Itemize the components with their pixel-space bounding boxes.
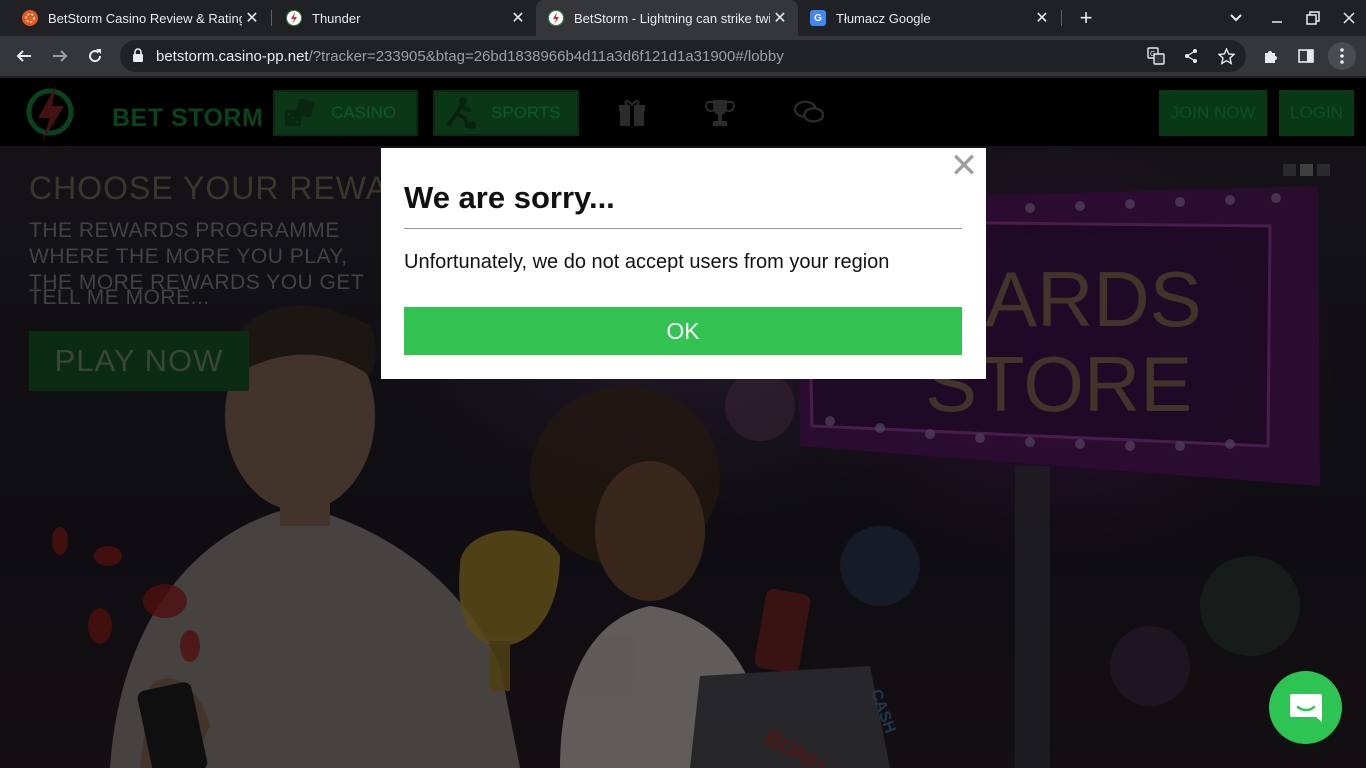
dialog-title: We are sorry...: [404, 180, 615, 215]
betstorm-bolt-icon: [286, 10, 302, 26]
reload-button[interactable]: [81, 42, 109, 70]
browser-menu-icon[interactable]: [1328, 42, 1356, 70]
back-button[interactable]: [10, 42, 38, 70]
extensions-puzzle-icon[interactable]: [1257, 42, 1285, 70]
tab-close-icon[interactable]: ✕: [242, 8, 262, 28]
window-close-icon[interactable]: [1334, 4, 1364, 32]
dialog-message: Unfortunately, we do not accept users fr…: [404, 251, 890, 273]
translate-page-icon[interactable]: G: [1145, 46, 1167, 66]
share-icon[interactable]: [1180, 46, 1202, 66]
tab-close-icon[interactable]: ✕: [770, 8, 790, 28]
tab-title: BetStorm - Lightning can strike twice: [574, 10, 770, 26]
svg-text:G: G: [1150, 50, 1155, 58]
bookmark-star-icon[interactable]: [1215, 46, 1237, 66]
minimize-icon[interactable]: [1262, 4, 1292, 32]
betstorm-bolt-icon: [548, 10, 564, 26]
url-path: /?tracker=233905&btag=26bd1838966b4d11a3…: [308, 48, 784, 65]
tab-separator: [1061, 10, 1062, 26]
tab-thunder[interactable]: Thunder ✕: [272, 0, 536, 36]
region-restriction-dialog: ✕ We are sorry... Unfortunately, we do n…: [381, 148, 986, 379]
forward-button[interactable]: [46, 42, 74, 70]
tab-title: Tłumacz Google: [836, 10, 931, 26]
dialog-close-icon[interactable]: ✕: [949, 149, 979, 183]
dialog-divider: [404, 228, 962, 229]
url-text[interactable]: betstorm.casino-pp.net/?tracker=233905&b…: [156, 48, 784, 65]
web-page: BET STORM CASINO SPORTS JOIN NOW LOGIN A…: [0, 78, 1366, 768]
side-panel-icon[interactable]: [1292, 42, 1320, 70]
tab-close-icon[interactable]: ✕: [1032, 8, 1052, 28]
new-tab-button[interactable]: +: [1074, 5, 1098, 30]
restore-icon[interactable]: [1298, 4, 1328, 32]
tab-betstorm-active[interactable]: BetStorm - Lightning can strike twice ✕: [536, 0, 798, 36]
tab-close-icon[interactable]: ✕: [508, 8, 528, 28]
tab-title: Thunder: [312, 10, 361, 26]
tab-strip: BetStorm Casino Review & Rating ✕ Thunde…: [0, 0, 1366, 36]
orange-chip-icon: [22, 10, 38, 26]
tab-title: BetStorm Casino Review & Rating: [48, 10, 242, 26]
tab-google-translate[interactable]: G Tłumacz Google ✕: [798, 0, 1060, 36]
chat-icon: [1289, 693, 1322, 722]
address-bar[interactable]: betstorm.casino-pp.net/?tracker=233905&b…: [120, 40, 1246, 72]
ok-button[interactable]: OK: [404, 307, 962, 355]
live-chat-button[interactable]: [1269, 671, 1342, 744]
lock-icon[interactable]: [132, 48, 146, 64]
google-translate-icon: G: [810, 10, 826, 26]
browser-toolbar: betstorm.casino-pp.net/?tracker=233905&b…: [0, 36, 1366, 76]
url-host: betstorm.casino-pp.net: [156, 48, 309, 65]
tab-betstorm-review[interactable]: BetStorm Casino Review & Rating ✕: [0, 0, 270, 36]
tab-search-chevron-icon[interactable]: [1221, 4, 1251, 32]
